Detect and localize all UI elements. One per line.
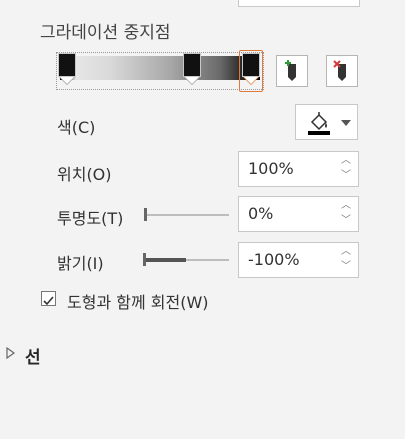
transparency-slider-thumb[interactable] [144, 208, 147, 221]
spin-up-icon[interactable]: ︿ [340, 155, 352, 167]
gradient-stops-label: 그라데이션 중지점 [40, 23, 171, 43]
gradient-bar[interactable] [60, 56, 260, 80]
line-section-title: 선 [25, 348, 41, 368]
checkmark-icon [43, 296, 54, 306]
spin-up-icon[interactable]: ︿ [340, 246, 352, 258]
gradient-stop-1[interactable] [58, 53, 76, 85]
brightness-value: -100% [248, 250, 300, 269]
spin-down-icon[interactable]: ﹀ [340, 215, 352, 227]
brightness-label: 밝기(I) [57, 254, 104, 273]
add-gradient-stop-button[interactable] [276, 55, 308, 87]
rotate-with-shape-checkbox[interactable] [41, 291, 56, 306]
expand-triangle-icon [6, 347, 15, 359]
transparency-label: 투명도(T) [57, 209, 124, 228]
brightness-slider-thumb[interactable] [143, 253, 146, 266]
spin-down-icon[interactable]: ﹀ [340, 170, 352, 182]
color-picker-button[interactable] [295, 104, 358, 140]
transparency-spin-input[interactable]: 0% ︿ ﹀ [238, 196, 359, 232]
position-label: 위치(O) [57, 165, 112, 184]
remove-gradient-stop-button[interactable] [326, 55, 358, 87]
gradient-stop-2[interactable] [183, 53, 201, 85]
rotate-with-shape-label: 도형과 함께 회전(W) [67, 293, 209, 312]
transparency-slider-track[interactable] [145, 214, 229, 216]
remove-stop-icon [333, 60, 346, 81]
spin-down-icon[interactable]: ﹀ [340, 261, 352, 273]
add-stop-icon [285, 60, 296, 81]
position-spin-input[interactable]: 100% ︿ ﹀ [238, 151, 359, 187]
color-label: 색(C) [57, 118, 96, 137]
brightness-slider-fill [145, 258, 186, 262]
gradient-stop-3-selected[interactable] [239, 50, 263, 92]
paint-bucket-icon [308, 112, 330, 135]
previous-field-bottom-edge [238, 0, 360, 7]
transparency-value: 0% [248, 204, 274, 223]
brightness-spin-input[interactable]: -100% ︿ ﹀ [238, 242, 359, 278]
position-value: 100% [248, 159, 294, 178]
spin-up-icon[interactable]: ︿ [340, 200, 352, 212]
chevron-down-icon [341, 120, 351, 126]
